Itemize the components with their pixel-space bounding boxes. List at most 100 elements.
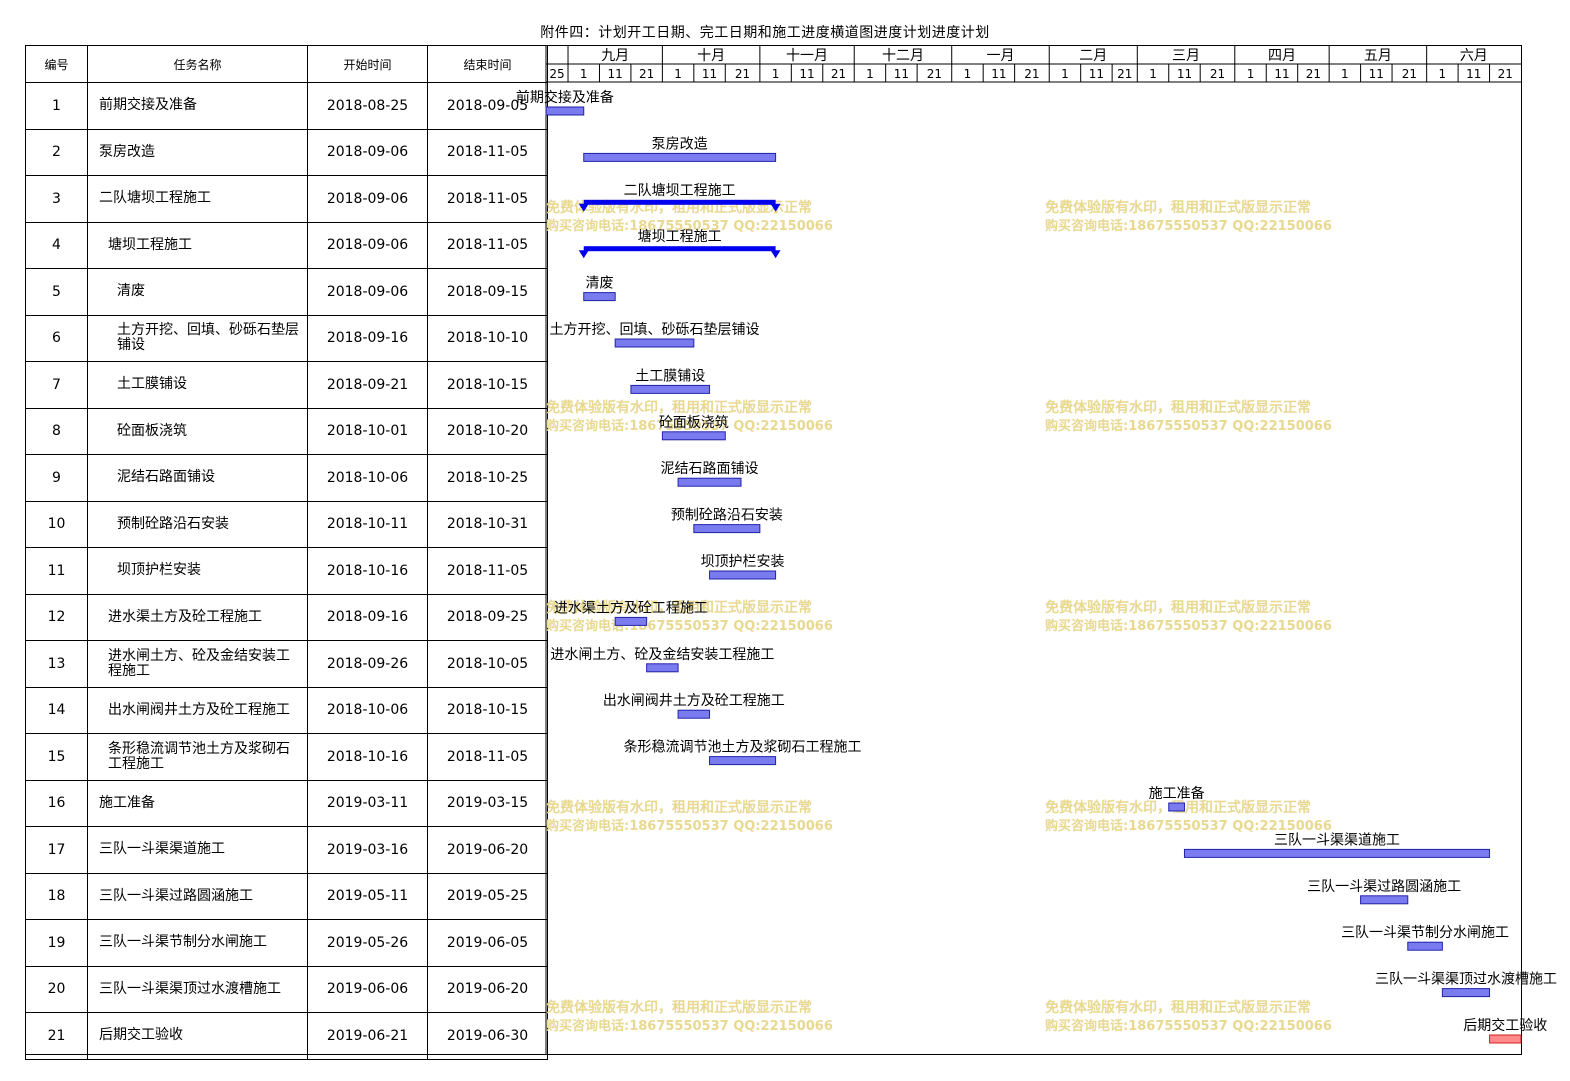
watermark-text: 购买咨询电话:18675550537 QQ:22150066 — [1045, 418, 1332, 434]
task-bar-label: 施工准备 — [1149, 785, 1205, 802]
day-tick-label: 21 — [831, 67, 846, 81]
task-bar — [1168, 802, 1185, 812]
day-tick-label: 1 — [1439, 67, 1447, 81]
summary-bar-start-marker — [578, 250, 589, 259]
task-bar — [693, 524, 761, 534]
gantt-chart: 九月1 11 21十月1 11 21十一月1 11 21十二月1 11 21一月1 11 21二月1… — [516, 45, 1557, 1055]
task-bar-label: 塘坝工程施工 — [638, 229, 722, 245]
day-tick-label: 1 — [866, 67, 874, 81]
task-bar-label: 土工膜铺设 — [635, 368, 705, 384]
day-tick-label: 21 — [1117, 67, 1132, 81]
summary-bar — [583, 246, 776, 252]
task-bar-label: 出水闸阀井土方及砼工程施工 — [603, 693, 785, 709]
month-label: 十一月 — [786, 48, 828, 64]
watermark-text: 购买咨询电话:18675550537 QQ:22150066 — [1045, 1018, 1332, 1034]
task-bar — [709, 570, 777, 580]
day-tick-label: 1 — [1341, 67, 1349, 81]
task-bar-label: 进水渠土方及砼工程施工 — [554, 600, 708, 616]
task-bar — [709, 756, 777, 766]
day-tick-label: 1 — [1149, 67, 1157, 81]
task-bar — [1489, 1034, 1522, 1044]
day-tick-label: 21 — [1402, 67, 1417, 81]
watermark-text: 免费体验版有水印，租用和正式版显示正常 — [1045, 999, 1311, 1016]
task-bar — [1407, 941, 1443, 951]
day-tick-label: 1 — [964, 67, 972, 81]
task-bar-label: 三队一斗渠渠顶过水渡槽施工 — [1375, 972, 1557, 988]
day-tick-label: 11 — [991, 67, 1006, 81]
watermark-text: 购买咨询电话:18675550537 QQ:22150066 — [546, 818, 833, 834]
day-tick-label: 1 — [772, 67, 780, 81]
task-bar-label: 三队一斗渠渠道施工 — [1274, 832, 1400, 848]
watermark-text: 购买咨询电话:18675550537 QQ:22150066 — [1045, 618, 1332, 634]
day-tick-label: 21 — [1498, 67, 1513, 81]
day-tick-label: 1 — [674, 67, 682, 81]
task-bar-label: 进水闸土方、砼及金结安装工程施工 — [550, 647, 774, 663]
watermark-text: 购买咨询电话:18675550537 QQ:22150066 — [546, 618, 833, 634]
task-bar — [614, 616, 648, 626]
day-tick-label: 21 — [1024, 67, 1039, 81]
summary-bar — [583, 199, 776, 205]
day-tick-label: 1 — [580, 67, 588, 81]
task-bar — [545, 106, 585, 116]
task-bar — [630, 384, 711, 394]
task-bar — [583, 152, 777, 162]
task-bar-label: 预制砼路沿石安装 — [671, 508, 783, 524]
task-bar — [1360, 895, 1409, 905]
task-bar-label: 条形稳流调节池土方及浆砌石工程施工 — [624, 739, 862, 756]
day-tick-label: 11 — [1089, 67, 1104, 81]
month-label: 一月 — [986, 48, 1014, 64]
watermark-text: 免费体验版有水印，租用和正式版显示正常 — [546, 399, 812, 416]
watermark-text: 免费体验版有水印，租用和正式版显示正常 — [1045, 399, 1311, 416]
month-label: 三月 — [1172, 48, 1200, 64]
month-label: 五月 — [1364, 48, 1392, 64]
day-tick-label: 11 — [608, 67, 623, 81]
task-bar-label: 泵房改造 — [652, 136, 708, 152]
day-tick-label: 21 — [927, 67, 942, 81]
task-bar-label: 前期交接及准备 — [516, 89, 614, 106]
day-tick-label: 11 — [1274, 67, 1289, 81]
task-bar-label: 砼面板浇筑 — [659, 415, 729, 431]
task-bar — [583, 292, 616, 302]
watermark-text: 免费体验版有水印，租用和正式版显示正常 — [1045, 599, 1311, 616]
day-tick-label: 21 — [1210, 67, 1225, 81]
month-label: 二月 — [1079, 48, 1107, 64]
day-tick-label: 11 — [799, 67, 814, 81]
month-label: 六月 — [1460, 48, 1488, 64]
task-bar — [614, 338, 695, 348]
watermark-text: 免费体验版有水印，租用和正式版显示正常 — [1045, 199, 1311, 216]
day-tick-label: 25 — [549, 67, 564, 81]
task-bar-label: 后期交工验收 — [1463, 1017, 1547, 1034]
task-bar — [677, 477, 742, 487]
task-bar — [677, 709, 711, 719]
month-label: 十月 — [697, 48, 725, 64]
task-bar — [661, 431, 726, 441]
day-tick-label: 21 — [1306, 67, 1321, 81]
task-bar — [646, 663, 679, 673]
watermark-text: 购买咨询电话:18675550537 QQ:22150066 — [546, 1018, 833, 1034]
task-bar-label: 清废 — [585, 276, 613, 292]
task-bar — [1183, 848, 1491, 858]
task-bar — [1441, 988, 1491, 998]
task-bar-label: 土方开挖、回填、砂砾石垫层铺设 — [550, 322, 760, 338]
task-bar-label: 坝顶护栏安装 — [701, 554, 785, 570]
task-bar-label: 泥结石路面铺设 — [661, 461, 759, 477]
day-tick-label: 1 — [1247, 67, 1255, 81]
watermark-text: 购买咨询电话:18675550537 QQ:22150066 — [1045, 218, 1332, 234]
day-tick-label: 1 — [1061, 67, 1069, 81]
day-tick-label: 11 — [702, 67, 717, 81]
watermark-text: 免费体验版有水印，租用和正式版显示正常 — [546, 999, 812, 1016]
watermark-text: 免费体验版有水印，租用和正式版显示正常 — [546, 799, 812, 816]
day-tick-label: 21 — [639, 67, 654, 81]
day-tick-label: 11 — [1466, 67, 1481, 81]
month-label: 四月 — [1268, 48, 1296, 64]
task-bar-label: 三队一斗渠节制分水闸施工 — [1341, 925, 1509, 941]
day-tick-label: 11 — [1177, 67, 1192, 81]
day-tick-label: 11 — [894, 67, 909, 81]
day-tick-label: 11 — [1369, 67, 1384, 81]
month-label: 九月 — [601, 48, 629, 64]
month-label: 十二月 — [882, 48, 924, 64]
task-bar-label: 二队塘坝工程施工 — [624, 183, 736, 199]
task-bar-label: 三队一斗渠过路圆涵施工 — [1307, 879, 1461, 895]
day-tick-label: 21 — [735, 67, 750, 81]
summary-bar-end-marker — [770, 250, 781, 259]
